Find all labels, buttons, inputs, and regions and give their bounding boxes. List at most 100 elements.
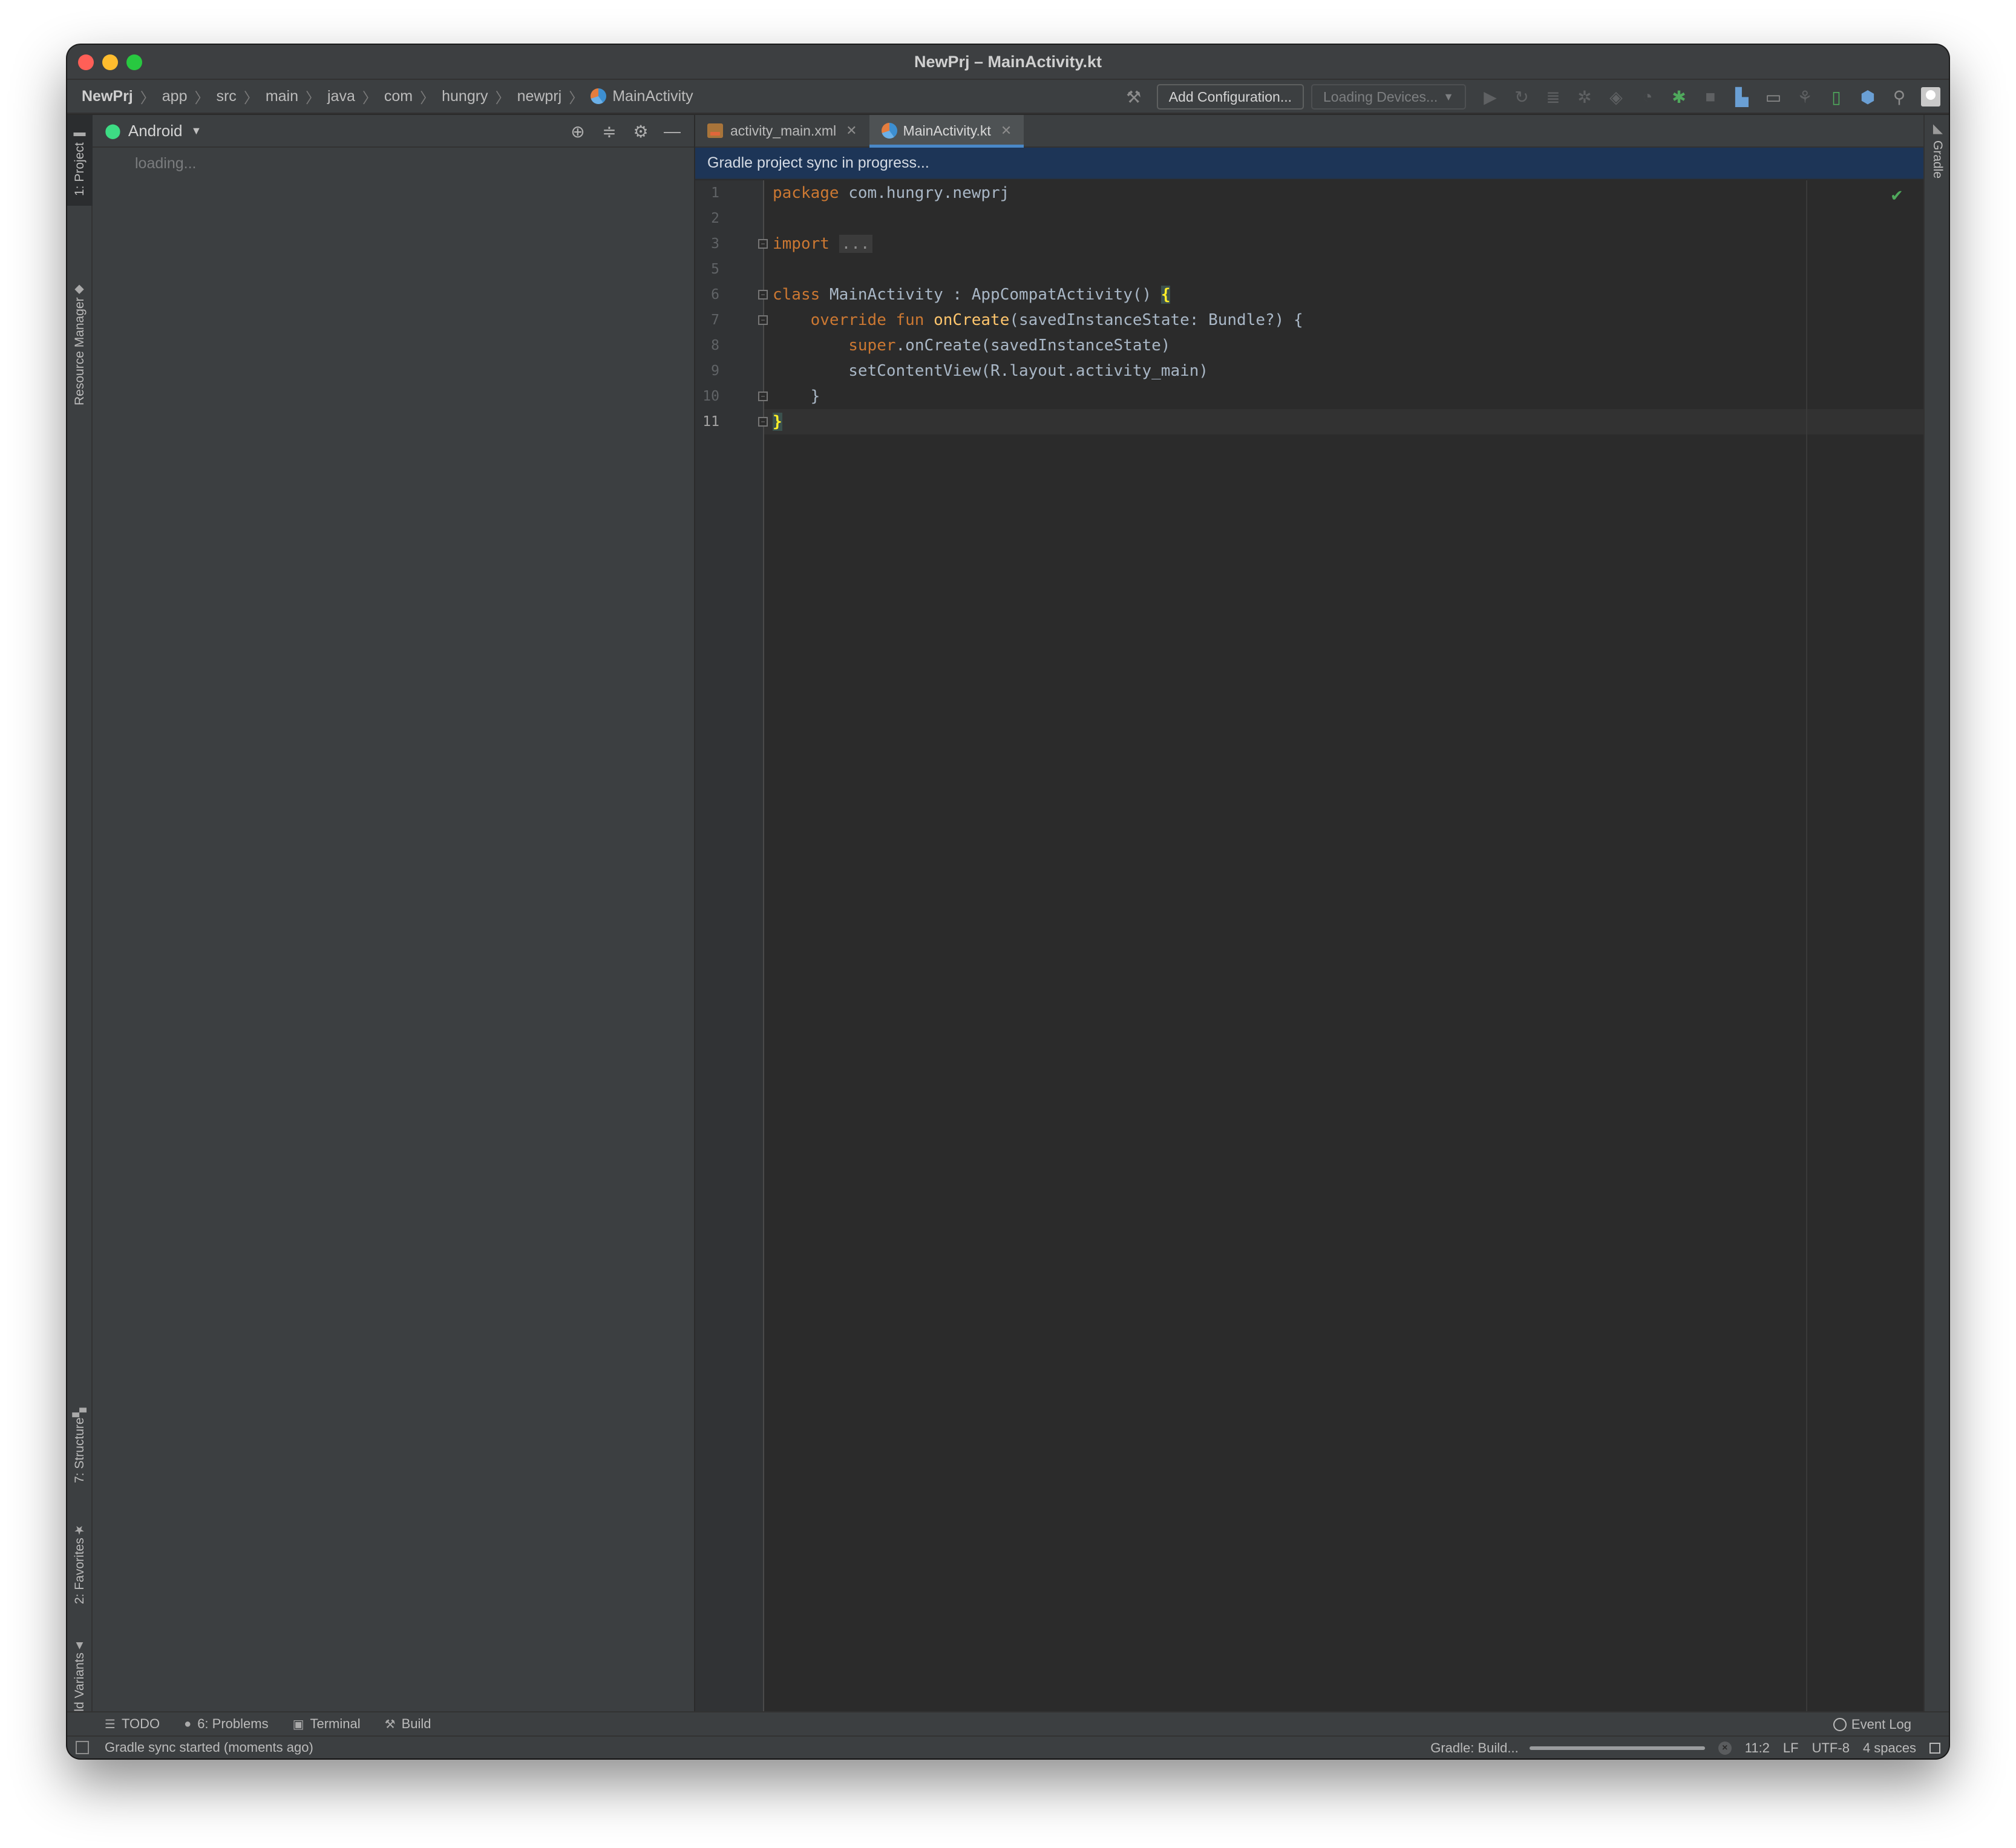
info-icon: ●: [184, 1717, 192, 1731]
tool-tab-resource-manager[interactable]: Resource Manager ◆: [67, 266, 93, 418]
sdk-manager-icon[interactable]: ⬢: [1852, 80, 1883, 114]
profile-icon[interactable]: ◔: [1632, 80, 1663, 114]
right-tool-strip: ◣ Gradle: [1923, 115, 1949, 1711]
breadcrumb-main[interactable]: main: [266, 88, 298, 105]
code-line-6: class MainActivity : AppCompatActivity()…: [773, 282, 1171, 307]
code-line-3: import ...: [773, 231, 872, 257]
add-configuration-button[interactable]: Add Configuration...: [1156, 84, 1304, 110]
tool-todo[interactable]: ☰ TODO: [105, 1716, 160, 1732]
no-problems-check-icon[interactable]: ✔: [1890, 186, 1903, 205]
tool-event-log[interactable]: Event Log: [1833, 1712, 1911, 1737]
tool-problems[interactable]: ● 6: Problems: [184, 1716, 268, 1732]
status-bar: Gradle sync started (moments ago) Gradle…: [67, 1735, 1949, 1758]
editor-area: activity_main.xml ✕ MainActivity.kt ✕ Gr…: [695, 115, 1923, 1711]
close-icon[interactable]: ✕: [1001, 123, 1012, 139]
toggle-tool-windows-icon[interactable]: [76, 1741, 89, 1754]
apply-changes-icon[interactable]: ↻: [1506, 80, 1537, 114]
locate-file-icon[interactable]: ⊕: [562, 122, 594, 142]
caret-position[interactable]: 11:2: [1745, 1740, 1770, 1756]
keyword: import: [773, 235, 830, 253]
matched-brace: {: [1160, 286, 1171, 304]
project-loading-text: loading...: [135, 155, 197, 172]
file-encoding[interactable]: UTF-8: [1812, 1740, 1850, 1756]
tool-tab-structure[interactable]: 7: Structure ▚: [67, 1392, 93, 1495]
tab-mainactivity-kt[interactable]: MainActivity.kt ✕: [869, 115, 1024, 148]
gradle-progress-bar[interactable]: [1529, 1746, 1705, 1750]
account-avatar[interactable]: [1921, 87, 1940, 106]
breadcrumb-com[interactable]: com: [384, 88, 413, 105]
breadcrumb-src[interactable]: src: [216, 88, 236, 105]
breadcrumb-newprj[interactable]: NewPrj: [82, 88, 133, 105]
project-view-selector[interactable]: Android: [128, 122, 183, 140]
navigation-bar: NewPrj 〉 app 〉 src 〉 main 〉 java 〉 com 〉…: [67, 80, 1949, 114]
background-task-label[interactable]: Gradle: Build...: [1430, 1740, 1519, 1756]
tool-tab-project[interactable]: 1: Project ▬: [67, 115, 93, 206]
collapse-all-icon[interactable]: ≑: [594, 122, 625, 142]
indent-setting[interactable]: 4 spaces: [1863, 1740, 1916, 1756]
code-editor[interactable]: 1 2 3 5 6 7 8 9 10 11 − − − − − package …: [695, 180, 1923, 1711]
attach-debugger-icon[interactable]: ✱: [1663, 80, 1695, 114]
tool-tab-favorites[interactable]: 2: Favorites ★: [67, 1507, 93, 1616]
sync-project-icon[interactable]: ▙: [1726, 80, 1758, 114]
left-tool-strip: 1: Project ▬ Resource Manager ◆ 7: Struc…: [67, 115, 93, 1730]
run-with-coverage-icon[interactable]: ◈: [1600, 80, 1632, 114]
tab-mainactivity-kt-label: MainActivity.kt: [903, 122, 991, 139]
tool-tab-gradle[interactable]: ◣ Gradle: [1925, 121, 1949, 179]
make-project-hammer-icon[interactable]: ⚒: [1118, 80, 1150, 114]
android-icon: ⬤: [105, 122, 121, 139]
unlock-icon[interactable]: [1929, 1743, 1940, 1754]
search-icon[interactable]: ⚲: [1883, 80, 1915, 114]
keyword: override fun: [810, 311, 925, 329]
code-text: MainActivity : AppCompatActivity(): [820, 286, 1161, 304]
breadcrumb-newprj-package[interactable]: newprj: [517, 88, 562, 105]
gradle-elephant-icon: ◣: [1931, 121, 1945, 136]
breadcrumb-app[interactable]: app: [162, 88, 188, 105]
tool-terminal-label: Terminal: [310, 1716, 361, 1731]
tab-activity-main-xml-label: activity_main.xml: [730, 122, 837, 139]
keyword: package: [773, 184, 839, 202]
close-window-button[interactable]: [78, 54, 94, 70]
close-icon[interactable]: ✕: [846, 123, 857, 139]
bottom-tool-bar: ☰ TODO ● 6: Problems ▣ Terminal ⚒ Build Even…: [67, 1711, 1949, 1735]
chevron-down-icon: ▼: [1443, 90, 1454, 103]
tool-tab-resource-manager-label: Resource Manager: [73, 297, 87, 406]
layout-inspector-icon[interactable]: ⚘: [1789, 80, 1821, 114]
gradle-sync-banner: Gradle project sync in progress...: [695, 148, 1923, 179]
avd-manager-icon[interactable]: ▭: [1758, 80, 1789, 114]
maximize-window-button[interactable]: [126, 54, 142, 70]
editor-tabs: activity_main.xml ✕ MainActivity.kt ✕: [695, 115, 1923, 148]
breadcrumb-separator-icon: 〉: [569, 90, 584, 106]
status-message[interactable]: Gradle sync started (moments ago): [105, 1740, 313, 1755]
breadcrumb-hungry[interactable]: hungry: [442, 88, 488, 105]
keyword: super: [848, 336, 896, 355]
line-separator[interactable]: LF: [1783, 1740, 1799, 1756]
gear-icon[interactable]: ⚙: [625, 122, 656, 142]
code-text: com.hungry.newprj: [839, 184, 1010, 202]
folded-imports[interactable]: ...: [839, 235, 872, 253]
hide-panel-icon[interactable]: —: [656, 122, 688, 141]
run-icon[interactable]: ▶: [1474, 80, 1506, 114]
debug-icon[interactable]: ✲: [1569, 80, 1600, 114]
hammer-icon: ⚒: [384, 1717, 396, 1731]
star-icon: ★: [73, 1523, 87, 1538]
apply-code-changes-icon[interactable]: ≣: [1537, 80, 1569, 114]
device-manager-icon[interactable]: ▯: [1821, 80, 1852, 114]
kotlin-class-icon: [591, 88, 607, 104]
breadcrumb-java[interactable]: java: [327, 88, 355, 105]
code-line-8: super.onCreate(savedInstanceState): [773, 333, 1170, 358]
tool-terminal[interactable]: ▣ Terminal: [293, 1716, 361, 1732]
tool-build[interactable]: ⚒ Build: [385, 1716, 431, 1732]
breadcrumb-separator-icon: 〉: [362, 90, 377, 106]
cancel-task-icon[interactable]: ×: [1718, 1742, 1732, 1755]
chevron-down-icon[interactable]: ▼: [191, 125, 201, 137]
main-toolbar: ⚒ Add Configuration... Loading Devices..…: [1118, 80, 1940, 114]
window-title: NewPrj – MainActivity.kt: [914, 52, 1102, 71]
breadcrumb-mainactivity[interactable]: MainActivity: [591, 88, 693, 105]
tab-activity-main-xml[interactable]: activity_main.xml ✕: [695, 115, 869, 146]
device-selector[interactable]: Loading Devices... ▼: [1311, 84, 1466, 110]
minimize-window-button[interactable]: [102, 54, 118, 70]
stop-icon[interactable]: ■: [1695, 80, 1726, 114]
breadcrumb-separator-icon: 〉: [495, 90, 510, 106]
progress-fill: [1529, 1746, 1705, 1750]
tool-todo-label: TODO: [121, 1716, 160, 1731]
